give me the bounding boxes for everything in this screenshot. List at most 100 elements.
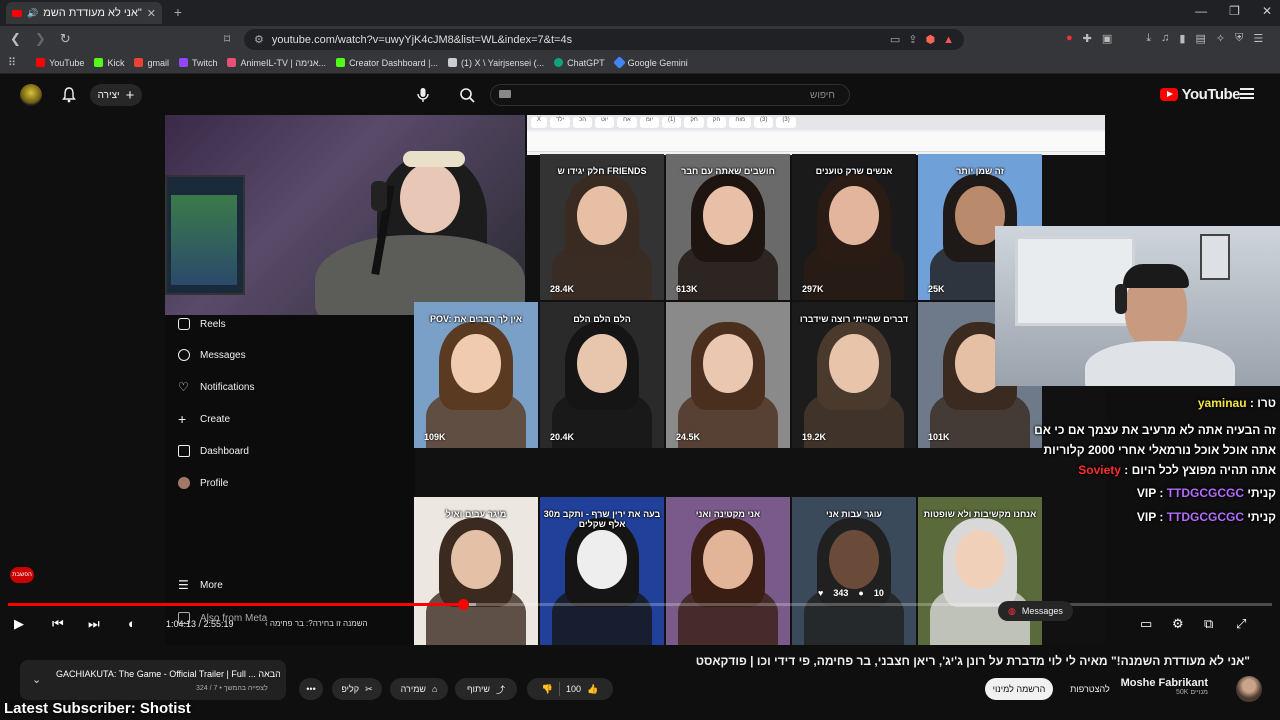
share-icon[interactable]: ⇪ xyxy=(908,33,917,46)
close-tab-icon[interactable]: ✕ xyxy=(147,7,156,20)
bookmark-chatgpt[interactable]: ChatGPT xyxy=(554,58,605,68)
reel-tile[interactable]: חלק יגידו ש FRIENDS 28.4K xyxy=(540,154,664,300)
reel-tile[interactable]: דברים שהייתי רוצה שידברו 19.2K xyxy=(792,302,916,448)
miniplayer-icon[interactable]: ⧉ xyxy=(1204,616,1213,632)
bookmark-animeil[interactable]: AnimeIL-TV | אנימה... xyxy=(227,58,326,68)
reel-tile[interactable]: בעה את ירין שרף - ותקב מ30 אלף שקלים xyxy=(540,497,664,645)
wallet-icon[interactable]: ▤ xyxy=(1195,32,1205,45)
inner-tab: חק xyxy=(706,117,727,128)
dashboard-icon xyxy=(178,445,190,457)
leo-ai-icon[interactable]: ✧ xyxy=(1216,32,1225,45)
channel-avatar[interactable] xyxy=(1236,676,1262,702)
forward-icon[interactable]: ❯ xyxy=(35,31,46,47)
reload-icon[interactable]: ↻ xyxy=(60,31,71,47)
new-tab-button[interactable]: + xyxy=(170,4,186,20)
reel-tile[interactable]: 24.5K xyxy=(666,302,790,448)
reel-person-face xyxy=(955,529,1005,589)
audio-icon[interactable]: 🔊 xyxy=(27,8,38,19)
rewards-icon[interactable]: ▲ xyxy=(943,34,954,46)
fullscreen-icon[interactable]: ⤢ xyxy=(1236,616,1246,632)
reel-overlay-text: POV: אין לך חברים את xyxy=(429,314,523,324)
cast-icon[interactable]: ▭ xyxy=(890,33,900,46)
record-extension-icon[interactable]: ● xyxy=(1066,32,1073,45)
account-avatar[interactable] xyxy=(20,84,42,106)
scrubber-handle[interactable] xyxy=(458,599,470,610)
playlist-next-box[interactable] xyxy=(20,660,286,700)
inner-tab: X xyxy=(531,117,548,128)
subscribe-button[interactable]: הרשמה למינוי xyxy=(985,678,1053,700)
guest-shirt xyxy=(1085,341,1235,386)
keyboard-icon[interactable] xyxy=(499,90,511,98)
kick-icon xyxy=(94,58,104,67)
bookmark-star-icon[interactable]: ⌑ xyxy=(224,32,230,46)
reel-tile[interactable]: POV: אין לך חברים את 109K xyxy=(414,302,538,448)
voice-search-icon[interactable] xyxy=(414,86,432,104)
youtube-logo[interactable]: YouTube xyxy=(1159,86,1241,103)
reel-person-face xyxy=(577,529,627,589)
monitor-content xyxy=(171,195,237,285)
guide-menu-icon[interactable] xyxy=(1240,88,1254,99)
bookmark-gmail[interactable]: gmail xyxy=(134,58,169,68)
bookmark-twitch[interactable]: Twitch xyxy=(178,58,217,68)
search-icon[interactable] xyxy=(458,86,478,104)
create-button[interactable]: יצירה + xyxy=(90,84,142,106)
inner-tab: (3) xyxy=(754,117,774,128)
chat-username: yaminau xyxy=(1197,396,1247,410)
bookmark-gemini[interactable]: Google Gemini xyxy=(612,56,688,69)
settings-gear-icon[interactable]: ⚙ xyxy=(1172,616,1184,632)
volume-icon[interactable]: ◐ xyxy=(128,616,136,632)
menu-icon[interactable]: ☰ xyxy=(1253,32,1263,45)
site-info-icon[interactable]: ⚙ xyxy=(254,33,264,46)
profile-avatar-icon xyxy=(178,477,190,489)
save-button[interactable]: שמירה ⌂ xyxy=(390,678,448,700)
reel-tile[interactable]: עוגר עבות אני xyxy=(792,497,916,645)
bookmark-youtube[interactable]: YouTube xyxy=(36,58,84,68)
next-icon[interactable]: ⏭ xyxy=(88,616,100,632)
bookmark-kick[interactable]: Kick xyxy=(94,58,124,68)
video-title: "אני לא מעודדת השמנה!" מאיה לי לוי מדברת… xyxy=(695,654,1250,668)
chapter-title[interactable]: השמנה זו בחירה?: בר פחימה › xyxy=(265,619,368,628)
download-icon[interactable]: ⤓ xyxy=(1146,32,1151,45)
omnibox[interactable]: ⚙ youtube.com/watch?v=uwyYjK4cJM8&list=W… xyxy=(244,29,964,50)
reel-tile[interactable]: אנחנו מקשיבות ולא שופטות xyxy=(918,497,1042,645)
notifications-bell-icon[interactable] xyxy=(62,87,76,103)
reel-tile[interactable]: הלם הלם הלם 20.4K xyxy=(540,302,664,448)
reel-tile[interactable]: חושבים שאתה עם חבר 613K xyxy=(666,154,790,300)
reel-tile[interactable]: אנשים שרק טוענים 297K xyxy=(792,154,916,300)
screenshot-extension-icon[interactable]: ▣ xyxy=(1102,32,1112,45)
like-icon[interactable]: 👍 xyxy=(587,684,598,695)
search-input[interactable]: חיפוש xyxy=(490,84,850,106)
close-window-icon[interactable]: ✕ xyxy=(1262,4,1272,18)
bookmark-x[interactable]: (1) X \ Yairjsensei (... xyxy=(447,58,544,68)
reel-tile[interactable]: מיגר עבים ואיל xyxy=(414,497,538,645)
vpn-icon[interactable]: ⛨ xyxy=(1235,32,1243,45)
clip-button[interactable]: קליפ ✂ xyxy=(332,678,382,700)
chat-text: טרו xyxy=(1257,396,1276,410)
browser-tab[interactable]: 🔊 "אני לא מעודדת השמנה" מאי ✕ xyxy=(6,2,162,24)
dislike-icon[interactable]: 👎 xyxy=(542,684,553,695)
x-icon xyxy=(447,58,457,67)
previous-icon[interactable]: ⏮ xyxy=(52,616,64,632)
music-icon[interactable]: ♫ xyxy=(1161,32,1169,45)
puzzle-extension-icon[interactable]: ✚ xyxy=(1083,32,1092,45)
maximize-icon[interactable]: ❐ xyxy=(1229,4,1240,18)
more-actions-button[interactable]: ••• xyxy=(299,678,323,700)
brave-shield-icon[interactable]: ⬢ xyxy=(926,33,936,46)
messenger-icon: ◍ xyxy=(1008,605,1016,616)
apps-grid-icon[interactable]: ⠿ xyxy=(8,56,16,69)
channel-info[interactable]: Moshe Fabrikant 50K מנויים xyxy=(1121,677,1208,696)
chevron-down-icon[interactable]: ⌄ xyxy=(32,673,41,686)
join-button[interactable]: להצטרפות xyxy=(1066,678,1114,700)
minimize-icon[interactable]: — xyxy=(1195,4,1207,18)
play-icon[interactable]: ▶ xyxy=(14,616,24,632)
subtitles-icon[interactable]: ▭ xyxy=(1140,616,1152,632)
channel-name[interactable]: Moshe Fabrikant xyxy=(1121,677,1208,689)
streamer-face xyxy=(400,163,460,233)
sidebar-icon[interactable]: ▮ xyxy=(1179,32,1185,45)
headphones xyxy=(1115,284,1127,314)
share-button[interactable]: שיתוף ⤴ xyxy=(455,678,517,700)
ig-label: Reels xyxy=(200,318,226,330)
reel-tile[interactable]: אני מקטינה ואני xyxy=(666,497,790,645)
bookmark-creator-dashboard[interactable]: Creator Dashboard |... xyxy=(336,58,438,68)
back-icon[interactable]: ❮ xyxy=(10,31,21,47)
